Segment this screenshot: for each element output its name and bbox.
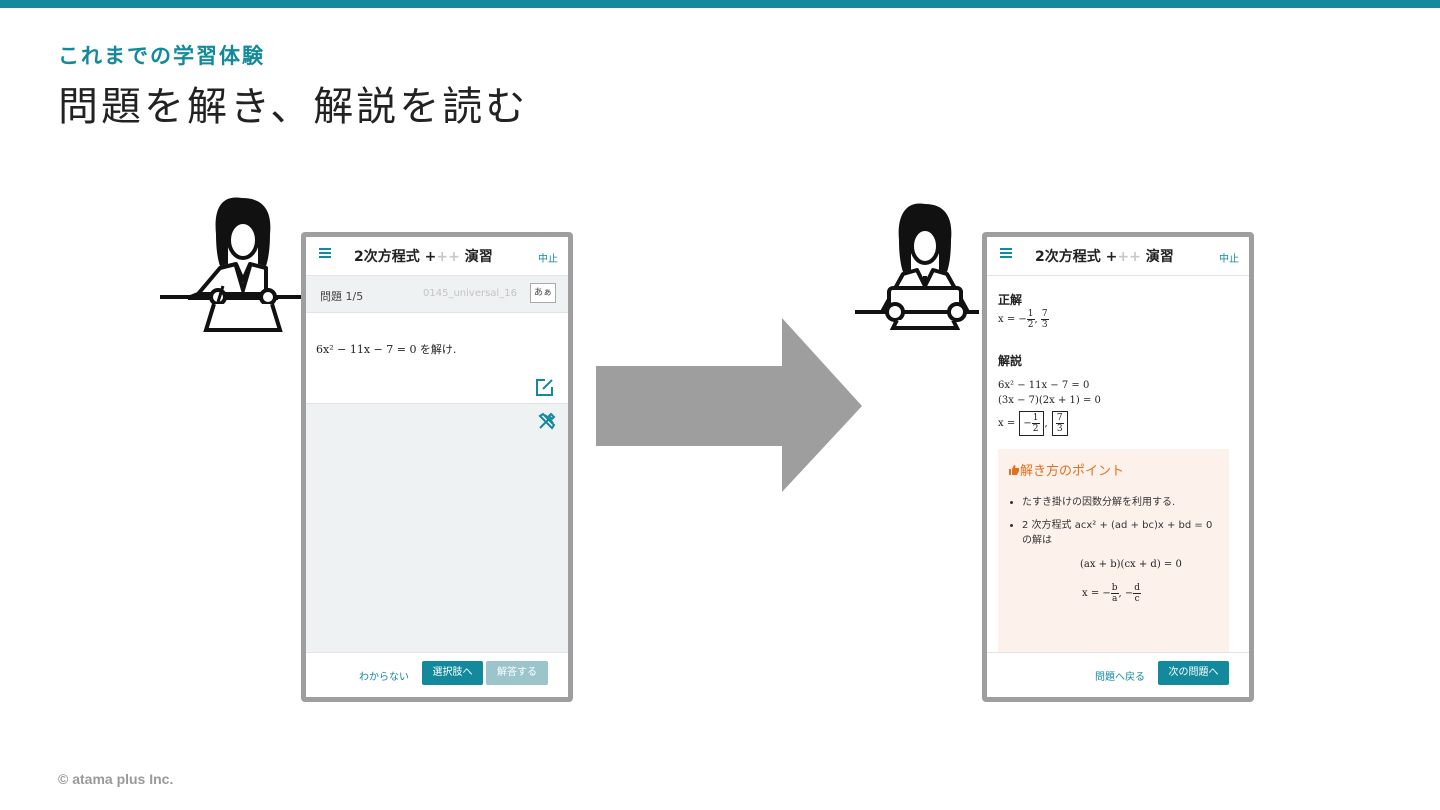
- explanation-line-3: x = −1 2, 73: [998, 411, 1069, 436]
- solution-point-box: 解き方のポイント たすき掛けの因数分解を利用する. 2 次方程式 acx² + …: [998, 449, 1229, 659]
- question-id: 0145_universal_16: [423, 288, 517, 299]
- edit-icon[interactable]: [535, 377, 555, 397]
- point-heading: 解き方のポイント: [1008, 460, 1124, 479]
- question-bar: 問題 1/5 0145_universal_16 あぁ: [306, 276, 568, 313]
- slide-subtitle: これまでの学習体験: [58, 44, 265, 68]
- bottom-bar: わからない 選択肢へ 解答する: [306, 652, 568, 697]
- copyright: © atama plus Inc.: [58, 771, 174, 787]
- point-formula-2: x = − b a, − d c: [1082, 583, 1142, 604]
- question-number: 問題 1/5: [320, 290, 364, 303]
- explanation-line-1: 6x² − 11x − 7 = 0: [998, 380, 1090, 391]
- next-question-button[interactable]: 次の問題へ: [1158, 661, 1229, 685]
- slide-title: 問題を解き、解説を読む: [58, 84, 529, 130]
- unit-title: 2次方程式 +++ 演習: [354, 249, 493, 265]
- to-choices-button[interactable]: 選択肢へ: [422, 661, 483, 685]
- font-size-toggle[interactable]: あぁ: [530, 283, 556, 303]
- stop-button[interactable]: 中止: [538, 250, 558, 265]
- dont-know-button[interactable]: わからない: [359, 668, 409, 683]
- right-arrow-icon: [596, 318, 862, 492]
- stop-button[interactable]: 中止: [1219, 250, 1239, 265]
- left-phone-screen: 2次方程式 +++ 演習 中止 問題 1/5 0145_universal_16…: [301, 232, 573, 702]
- explanation-heading: 解説: [998, 354, 1023, 368]
- student-writing-icon: [160, 197, 304, 332]
- point-bullet-2: 2 次方程式 acx² + (ad + bc)x + bd = 0の解は: [1022, 516, 1212, 546]
- correct-answer: x = −1 2, 73: [998, 309, 1049, 330]
- top-accent-bar: [0, 0, 1440, 8]
- app-header: 2次方程式 +++ 演習 中止: [306, 237, 568, 276]
- point-bullet-1: たすき掛けの因数分解を利用する.: [1022, 493, 1212, 508]
- correct-answer-heading: 正解: [998, 293, 1023, 307]
- menu-icon[interactable]: [319, 248, 331, 258]
- question-text: 6x² − 11x − 7 = 0 を解け.: [316, 343, 457, 356]
- submit-answer-button[interactable]: 解答する: [486, 661, 548, 685]
- menu-icon[interactable]: [1000, 248, 1012, 258]
- student-reading-icon: [855, 203, 979, 330]
- work-area[interactable]: [306, 404, 568, 652]
- point-formula-1: (ax + b)(cx + d) = 0: [1080, 559, 1182, 570]
- point-list: たすき掛けの因数分解を利用する. 2 次方程式 acx² + (ad + bc)…: [1008, 493, 1212, 554]
- unit-title: 2次方程式 +++ 演習: [1035, 249, 1174, 265]
- right-phone-screen: 2次方程式 +++ 演習 中止 正解 x = −1 2, 73 解説 6x² − …: [982, 232, 1254, 702]
- explanation-line-2: (3x − 7)(2x + 1) = 0: [998, 395, 1101, 406]
- thumbs-up-icon: [1009, 465, 1019, 475]
- tools-icon[interactable]: [538, 412, 556, 430]
- back-to-question-button[interactable]: 問題へ戻る: [1095, 668, 1145, 683]
- app-header: 2次方程式 +++ 演習 中止: [987, 237, 1249, 276]
- bottom-bar: 問題へ戻る 次の問題へ: [987, 652, 1249, 697]
